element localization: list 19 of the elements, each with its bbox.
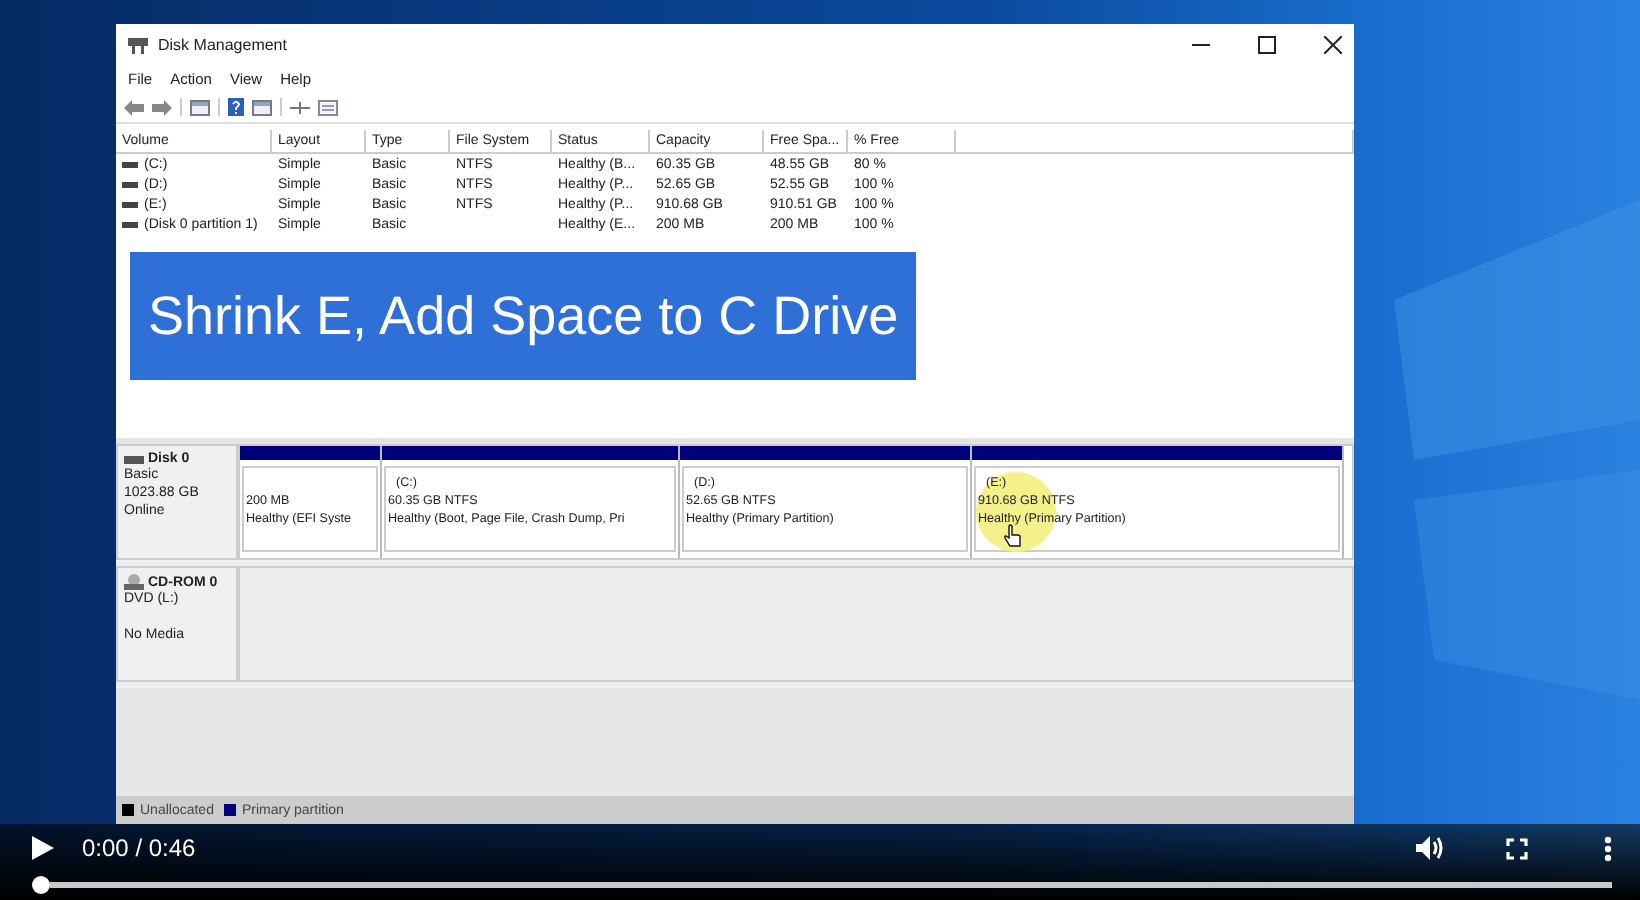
optical-drive-icon [124, 574, 144, 590]
list-icon[interactable] [318, 99, 338, 115]
progress-thumb[interactable] [32, 876, 50, 894]
hand-pointer-icon [1004, 524, 1022, 548]
close-icon[interactable] [1324, 36, 1342, 54]
progress-track[interactable] [50, 882, 1612, 888]
fullscreen-icon[interactable] [1506, 837, 1528, 859]
forward-arrow-icon[interactable] [152, 99, 172, 115]
more-options-icon[interactable] [1604, 835, 1612, 861]
help-icon[interactable] [228, 98, 244, 116]
caption-banner: Shrink E, Add Space to C Drive [130, 252, 917, 380]
volume-icon[interactable] [1416, 836, 1446, 860]
maximize-icon[interactable] [1258, 36, 1276, 54]
play-icon[interactable] [32, 836, 54, 860]
panel-icon[interactable] [252, 99, 272, 115]
window-title: Disk Management [158, 36, 287, 54]
back-arrow-icon[interactable] [124, 99, 144, 115]
panel-icon[interactable] [190, 99, 210, 115]
time-display: 0:00 / 0:46 [82, 834, 196, 862]
